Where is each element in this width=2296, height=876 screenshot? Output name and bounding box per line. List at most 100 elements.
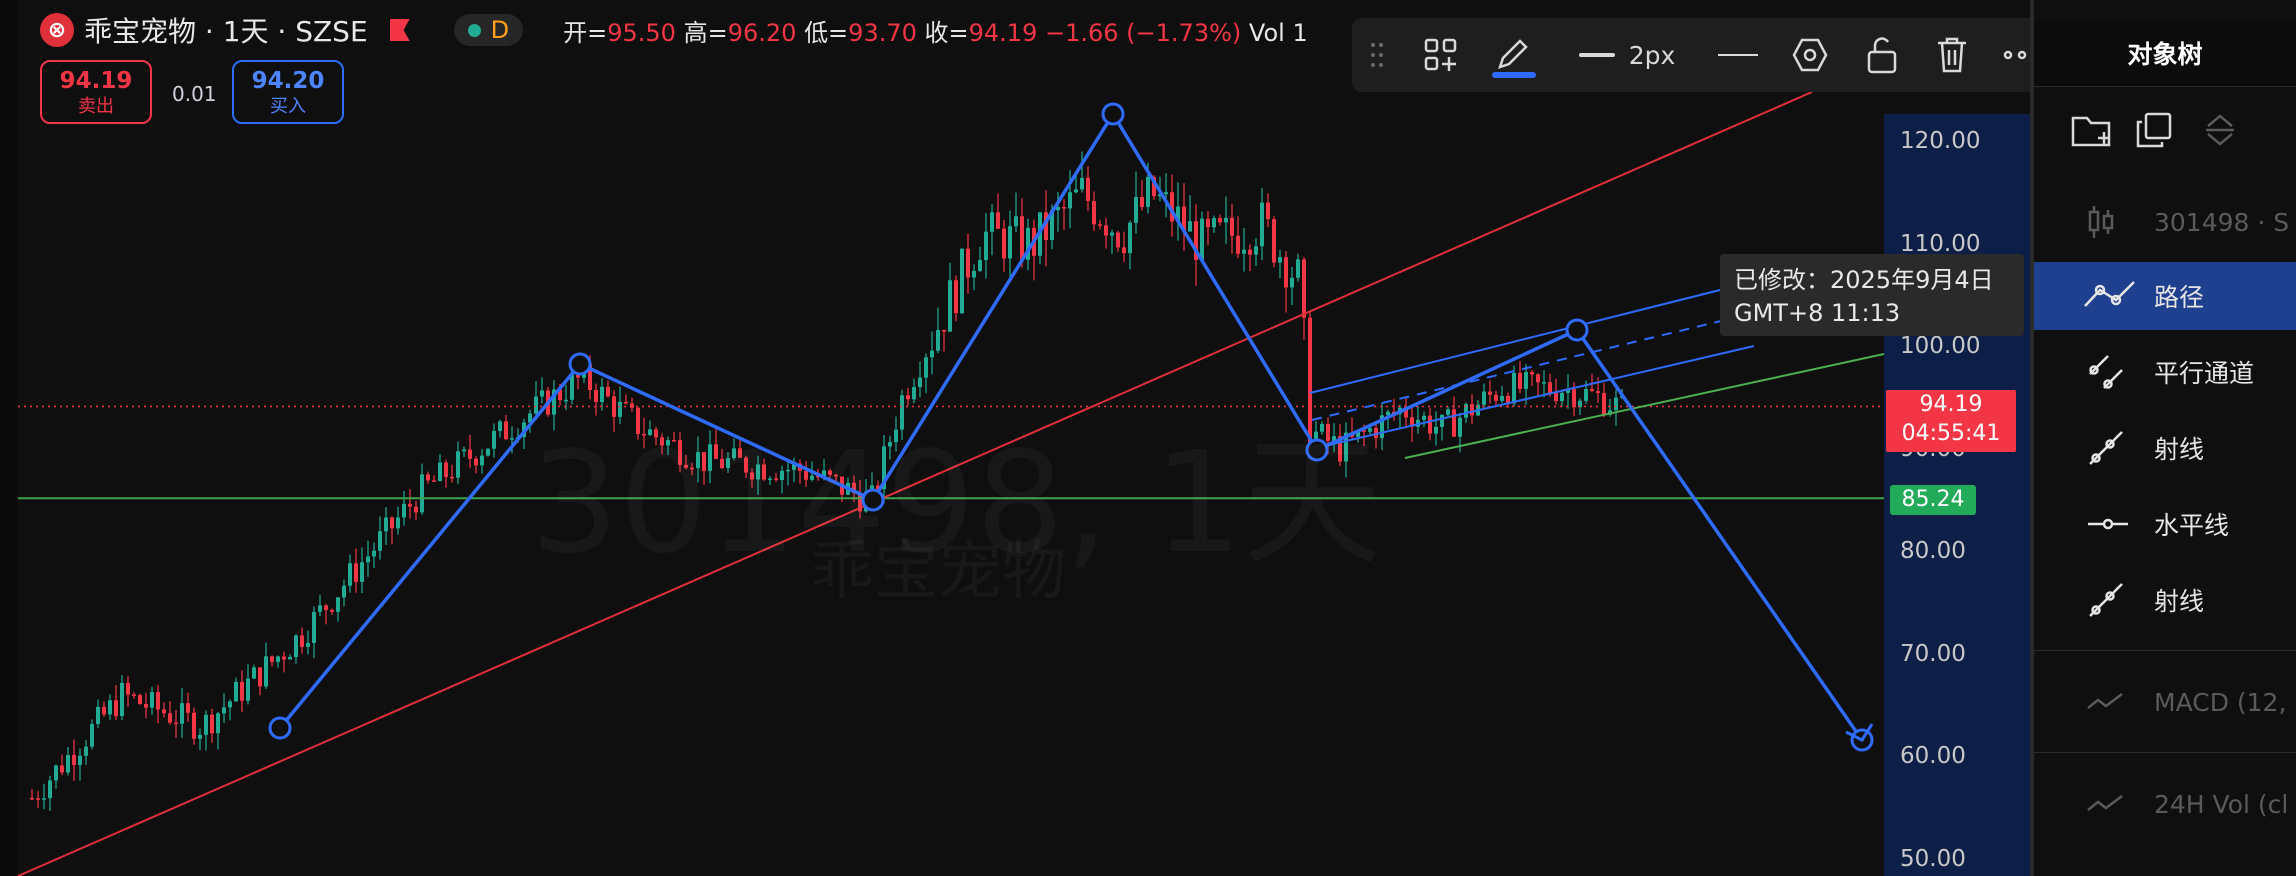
symbol-legend: ⊗ 乖宝宠物 · 1天 · SZSE D 开=95.50 高=96.20 低=9…: [40, 10, 1308, 50]
candle-body: [282, 656, 286, 660]
unlock-icon[interactable]: [1854, 28, 1910, 82]
candle-body: [918, 377, 922, 388]
candle-body: [276, 656, 280, 662]
candle-body: [360, 562, 364, 582]
open-value: 95.50: [607, 18, 676, 47]
symbol-name-watermark: 乖宝宠物: [810, 520, 1066, 612]
interval-badge[interactable]: D: [453, 14, 524, 46]
candle-body: [222, 707, 226, 714]
candle-body: [1452, 409, 1456, 437]
candle-body: [1236, 235, 1240, 254]
candle-body: [972, 270, 976, 278]
volume-label: Vol 1: [1248, 18, 1308, 47]
candle-body: [312, 611, 316, 643]
candle-body: [390, 517, 394, 529]
candle-body: [1518, 372, 1522, 389]
candle-body: [1584, 389, 1588, 401]
tree-item-label: 路径: [2154, 283, 2205, 312]
candle-body: [1482, 391, 1486, 405]
settings-hexagon-icon[interactable]: [1782, 28, 1838, 82]
candle-body: [1212, 218, 1216, 228]
candle-body: [42, 798, 46, 800]
candle-body: [990, 212, 994, 232]
close-value: 94.19: [968, 18, 1038, 47]
candle-body: [378, 531, 382, 551]
candle-body: [930, 350, 934, 358]
buy-button[interactable]: 94.20 买入: [232, 60, 344, 124]
candle-body: [450, 476, 454, 479]
candle-body: [1536, 374, 1540, 383]
candle-body: [1440, 414, 1444, 427]
candle-body: [1062, 206, 1066, 209]
candle-body: [462, 449, 466, 452]
tree-item-ray[interactable]: 射线: [2034, 414, 2296, 482]
candle-body: [984, 231, 988, 261]
line-width-button[interactable]: 2px: [1562, 28, 1692, 82]
sell-button[interactable]: 94.19 卖出: [40, 60, 152, 124]
trash-icon[interactable]: [1924, 28, 1980, 82]
candle-body: [156, 692, 160, 710]
add-to-group-icon[interactable]: [1416, 28, 1466, 82]
copy-icon[interactable]: [2134, 110, 2174, 150]
candle-body: [1266, 202, 1270, 220]
candle-body: [1512, 372, 1516, 404]
candle-body: [1302, 259, 1306, 318]
tree-item-label: 射线: [2154, 435, 2205, 464]
tree-item-symbol[interactable]: 301498 · S: [2034, 188, 2296, 256]
new-folder-icon[interactable]: [2070, 110, 2114, 150]
candle-body: [354, 563, 358, 582]
reorder-icon[interactable]: [2200, 110, 2240, 150]
line-icon[interactable]: [1710, 28, 1766, 82]
candle-body: [204, 714, 208, 735]
candle-body: [384, 517, 388, 532]
modified-tooltip: 已修改：2025年9月4日 GMT+8 11:13: [1720, 254, 2024, 336]
object-tree-title[interactable]: 对象树: [2034, 20, 2296, 87]
candle-body: [1542, 382, 1546, 384]
sell-label: 卖出: [78, 96, 114, 117]
candle-body: [1596, 390, 1600, 394]
open-label: 开=: [563, 18, 608, 47]
drag-handle-icon[interactable]: [1362, 28, 1392, 82]
candle-body: [180, 703, 184, 724]
candle-body: [60, 765, 64, 773]
tree-item-path[interactable]: 路径: [2034, 262, 2296, 330]
price-axis-tick-label: 70.00: [1900, 640, 1966, 667]
change-value: −1.66 (−1.73%): [1045, 18, 1242, 47]
candle-body: [954, 280, 958, 314]
candle-body: [498, 421, 502, 431]
candle-body: [474, 458, 478, 466]
candle-body: [36, 798, 40, 800]
line-width-label: 2px: [1628, 40, 1676, 70]
candle-body: [30, 798, 34, 800]
tree-item-parallel-channel[interactable]: 平行通道: [2034, 338, 2296, 406]
candle-body: [1428, 415, 1432, 434]
candle-body: [1446, 409, 1450, 415]
tree-item-macd[interactable]: MACD (12,: [2034, 668, 2296, 736]
candle-body: [426, 474, 430, 481]
candle-body: [1434, 426, 1438, 434]
candle-body: [1284, 257, 1288, 288]
tree-item-horizontal-line[interactable]: 水平线: [2034, 490, 2296, 558]
candle-body: [252, 667, 256, 679]
candle-body: [1098, 224, 1102, 226]
tree-item-ray[interactable]: 射线: [2034, 566, 2296, 634]
price-axis-tick-label: 60.00: [1900, 743, 1966, 769]
candle-body: [1200, 218, 1204, 260]
price-axis-tick-label: 50.00: [1900, 845, 1966, 872]
flag-icon[interactable]: [389, 19, 410, 41]
candle-body: [240, 681, 244, 701]
candle-body: [78, 755, 82, 765]
candle-body: [120, 682, 124, 717]
candle-body: [1218, 218, 1222, 223]
candle-body: [504, 421, 508, 440]
low-label: 低=: [804, 18, 849, 47]
path-anchor-handle: [1565, 318, 1589, 342]
tree-divider: [2034, 752, 2296, 753]
candle-body: [1422, 415, 1426, 420]
candle-body: [1488, 391, 1492, 395]
tree-item-volume[interactable]: 24H Vol (cl: [2034, 770, 2296, 838]
symbol-title[interactable]: 乖宝宠物 · 1天 · SZSE: [84, 10, 368, 50]
candle-body: [366, 556, 370, 563]
candle-body: [996, 212, 1000, 229]
candle-body: [1494, 394, 1498, 401]
